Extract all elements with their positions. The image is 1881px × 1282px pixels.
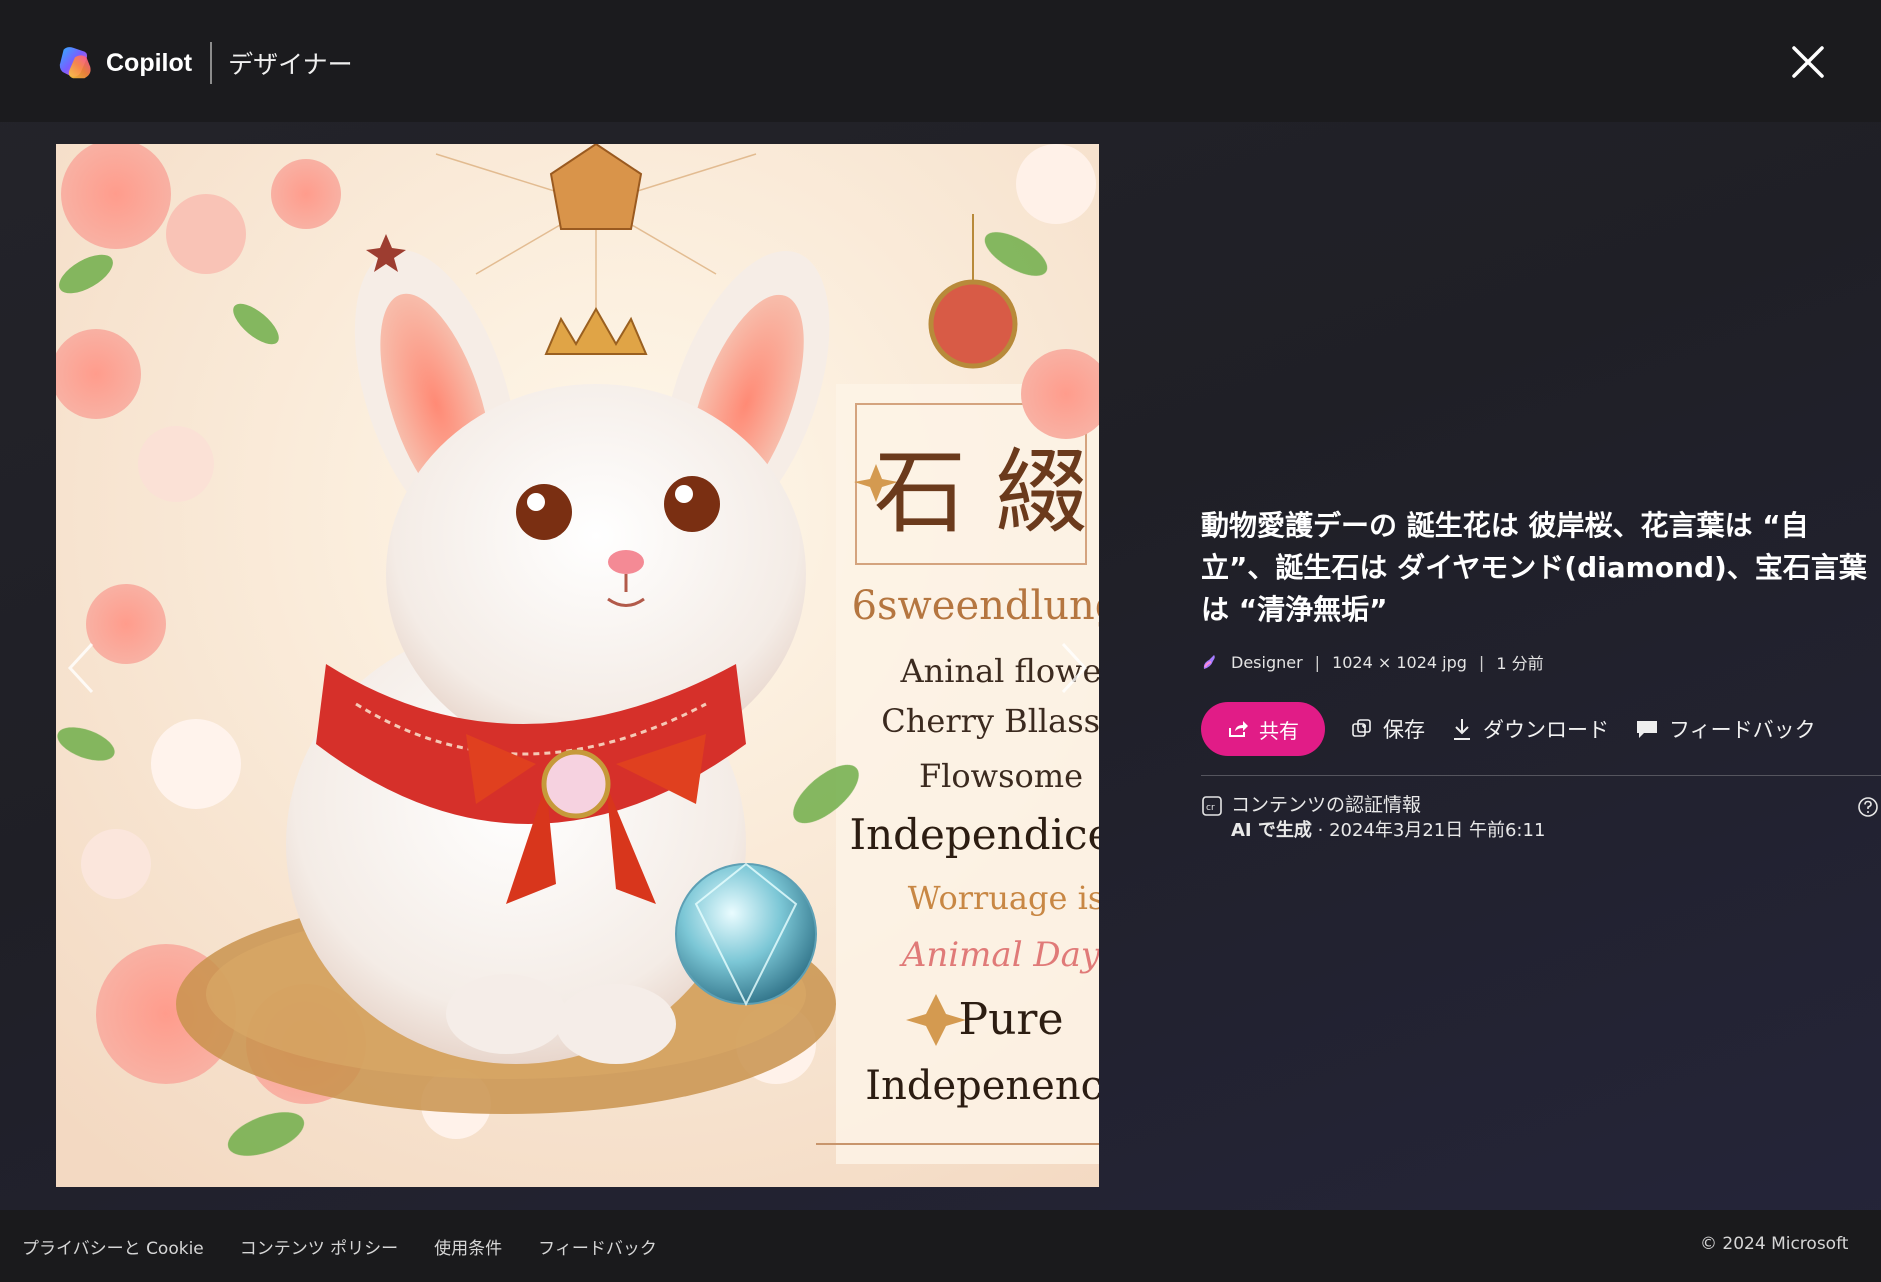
designer-icon bbox=[1203, 655, 1215, 669]
previous-arrow-icon[interactable] bbox=[62, 640, 102, 696]
meta-source: Designer bbox=[1231, 652, 1303, 672]
footer-links: プライバシーと Cookie コンテンツ ポリシー 使用条件 フィードバック bbox=[22, 1234, 693, 1259]
brand-subtitle: デザイナー bbox=[228, 50, 353, 79]
content-credentials[interactable]: cr コンテンツの認証情報 AI で生成 · 2024年3月21日 午前6:11 bbox=[1201, 792, 1878, 844]
feedback-label: フィードバック bbox=[1669, 718, 1816, 742]
feedback-icon bbox=[1637, 721, 1657, 738]
generated-date: · 2024年3月21日 午前6:11 bbox=[1317, 820, 1546, 841]
image-kanji: 石 綴 bbox=[874, 439, 1087, 546]
generated-label: AI で生成 bbox=[1231, 820, 1312, 841]
image-text-line: Animal Day bbox=[899, 935, 1099, 975]
help-icon[interactable] bbox=[1857, 796, 1879, 818]
divider bbox=[1201, 775, 1881, 776]
top-bar: Copilot デザイナー bbox=[0, 0, 1881, 122]
image-text-line: 6sweendlung bbox=[852, 583, 1099, 629]
image-text-line: Flowsome bbox=[919, 757, 1083, 795]
action-bar: 共有 保存 ダウンロード フィードバック bbox=[1201, 701, 1871, 757]
feedback-button[interactable]: フィードバック bbox=[1635, 714, 1816, 744]
share-button[interactable]: 共有 bbox=[1201, 702, 1325, 756]
close-icon[interactable] bbox=[1788, 42, 1828, 82]
copyright: © 2024 Microsoft bbox=[1700, 1234, 1849, 1254]
footer-link-privacy[interactable]: プライバシーと Cookie bbox=[22, 1234, 204, 1259]
image-meta: Designer | 1024 × 1024 jpg | 1 分前 bbox=[1201, 647, 1871, 677]
copilot-logo-icon bbox=[59, 47, 91, 79]
share-label: 共有 bbox=[1259, 718, 1299, 743]
image-text-line: Worruage is bbox=[908, 879, 1099, 917]
image-text-line: Pure bbox=[958, 994, 1063, 1045]
image-artwork: 石 綴 6sweendlung Aninal flowe Cherry Blla… bbox=[56, 144, 1099, 1187]
credentials-title: コンテンツの認証情報 bbox=[1231, 794, 1422, 816]
meta-separator: | bbox=[1478, 652, 1485, 672]
brand-divider bbox=[210, 42, 213, 84]
image-info-panel: 動物愛護デーの 誕生花は 彼岸桜、花言葉は “自立”、誕生石は ダイヤモンド(d… bbox=[1201, 505, 1881, 844]
save-button[interactable]: 保存 bbox=[1351, 714, 1425, 744]
meta-age: 1 分前 bbox=[1496, 654, 1544, 673]
download-label: ダウンロード bbox=[1483, 718, 1609, 742]
generated-image[interactable]: 石 綴 6sweendlung Aninal flowe Cherry Blla… bbox=[56, 144, 1099, 1187]
meta-dimensions: 1024 × 1024 jpg bbox=[1332, 652, 1467, 672]
brand-name: Copilot bbox=[106, 48, 193, 77]
download-button[interactable]: ダウンロード bbox=[1451, 714, 1609, 744]
save-icon bbox=[1352, 719, 1371, 737]
image-title: 動物愛護デーの 誕生花は 彼岸桜、花言葉は “自立”、誕生石は ダイヤモンド(d… bbox=[1201, 509, 1867, 626]
image-text-line: Independicer bbox=[850, 810, 1099, 859]
footer-link-terms[interactable]: 使用条件 bbox=[434, 1234, 502, 1259]
footer-link-feedback[interactable]: フィードバック bbox=[538, 1234, 657, 1259]
save-label: 保存 bbox=[1383, 718, 1425, 742]
meta-separator: | bbox=[1314, 652, 1321, 672]
brand[interactable]: Copilot デザイナー bbox=[56, 42, 353, 84]
image-text-line: Cherry Bllassu bbox=[881, 702, 1099, 740]
svg-text:cr: cr bbox=[1206, 803, 1215, 813]
credentials-info: AI で生成 · 2024年3月21日 午前6:11 bbox=[1231, 818, 1545, 844]
footer-link-content-policy[interactable]: コンテンツ ポリシー bbox=[240, 1234, 398, 1259]
content-credentials-icon: cr bbox=[1202, 796, 1222, 816]
download-icon bbox=[1454, 719, 1470, 740]
share-icon bbox=[1229, 721, 1248, 737]
image-text-line: Indepenence bbox=[865, 1063, 1099, 1109]
next-arrow-icon[interactable] bbox=[1053, 640, 1093, 696]
footer: プライバシーと Cookie コンテンツ ポリシー 使用条件 フィードバック ©… bbox=[0, 1210, 1881, 1282]
